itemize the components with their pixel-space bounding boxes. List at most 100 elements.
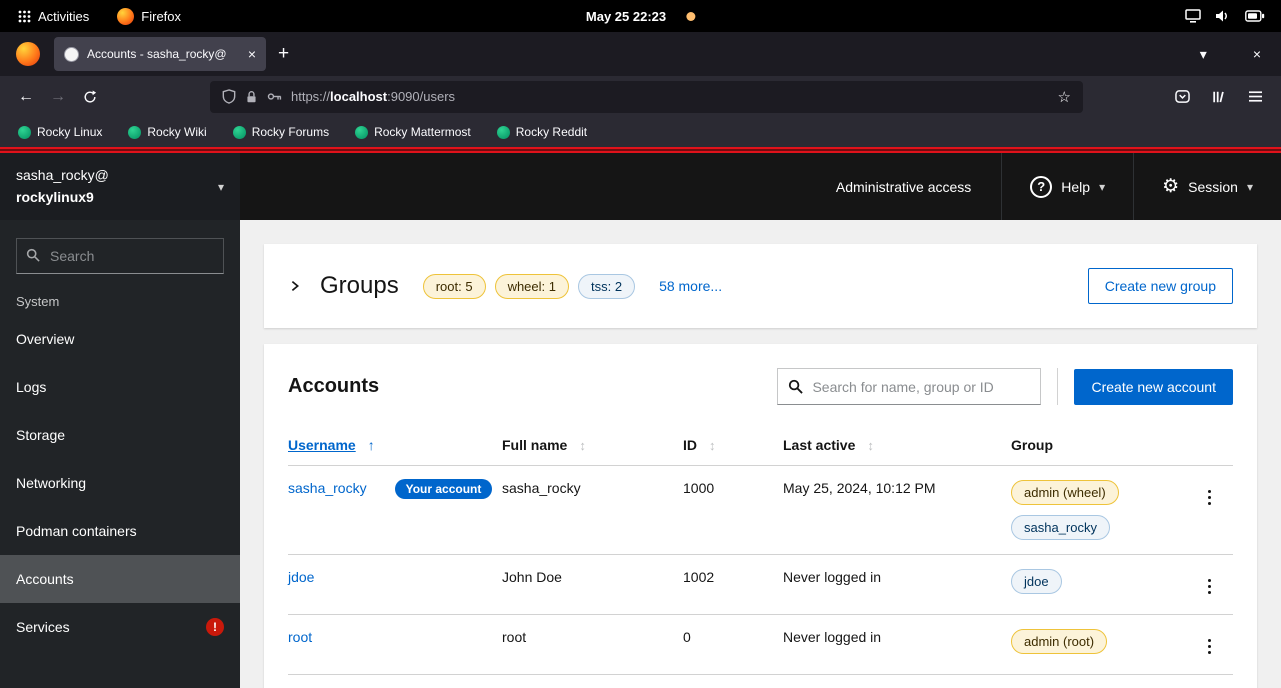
username-link[interactable]: root: [288, 629, 312, 645]
tracking-shield-icon[interactable]: [222, 89, 236, 104]
sidebar-item-accounts[interactable]: Accounts: [0, 555, 240, 603]
host-user-block: sasha_rocky@ rockylinux9: [16, 165, 109, 208]
create-new-account-button[interactable]: Create new account: [1074, 369, 1233, 405]
session-label: Session: [1188, 179, 1238, 195]
list-tabs-icon[interactable]: ▾: [1200, 46, 1207, 63]
group-badge[interactable]: admin (wheel): [1011, 480, 1119, 505]
sidebar-item-networking[interactable]: Networking: [0, 459, 240, 507]
sidebar-item-logs[interactable]: Logs: [0, 363, 240, 411]
reload-button[interactable]: [74, 81, 106, 113]
table-row: jdoe John Doe 1002 Never logged in jdoe: [288, 555, 1233, 615]
group-badge[interactable]: sasha_rocky: [1011, 515, 1110, 540]
focused-app-label: Firefox: [141, 9, 181, 24]
url-bar[interactable]: https://localhost:9090/users ☆: [210, 81, 1083, 113]
firefox-logo-icon[interactable]: [16, 42, 40, 66]
accounts-card: Accounts Create new account: [264, 344, 1257, 688]
search-icon: [788, 379, 803, 399]
create-new-group-button[interactable]: Create new group: [1088, 268, 1233, 304]
activities-button[interactable]: Activities: [14, 0, 93, 32]
tab-favicon: [64, 47, 79, 62]
sidebar-item-podman-containers[interactable]: Podman containers: [0, 507, 240, 555]
column-label[interactable]: ID: [683, 437, 697, 453]
main-content: Groups root: 5 wheel: 1 tss: 2 58 more..…: [240, 220, 1281, 688]
forward-button[interactable]: →: [42, 81, 74, 113]
tab-title: Accounts - sasha_rocky@: [87, 47, 240, 61]
table-header-row: Username ↑ Full name ↕ ID ↕ Last active ↕: [288, 427, 1233, 466]
app-body: System Overview Logs Storage Networking …: [0, 220, 1281, 688]
groups-title: Groups: [320, 272, 399, 300]
new-tab-button[interactable]: +: [278, 43, 289, 65]
column-header-full-name: Full name ↕: [502, 427, 683, 466]
cell-groups: jdoe: [1011, 555, 1185, 615]
sidebar-item-label: Storage: [16, 427, 65, 443]
help-menu[interactable]: ? Help ▾: [1001, 153, 1133, 220]
host-switcher[interactable]: sasha_rocky@ rockylinux9 ▾: [0, 153, 240, 220]
administrative-access-label: Administrative access: [836, 179, 971, 195]
cell-groups: admin (root): [1011, 615, 1185, 675]
cell-groups: admin (wheel) sasha_rocky: [1011, 466, 1185, 555]
cell-id: 1001: [683, 675, 783, 688]
column-label[interactable]: Last active: [783, 437, 855, 453]
username-link[interactable]: sasha_rocky: [288, 480, 367, 496]
tab-close-icon[interactable]: ×: [248, 47, 256, 61]
sort-ascending-icon[interactable]: ↑: [368, 437, 375, 453]
focused-app-menu[interactable]: Firefox: [113, 0, 185, 32]
group-badge[interactable]: jdoe: [1011, 569, 1062, 594]
cell-id: 1000: [683, 466, 783, 555]
window-close-icon[interactable]: ×: [1253, 46, 1261, 62]
sidebar-item-overview[interactable]: Overview: [0, 315, 240, 363]
activities-label: Activities: [38, 9, 89, 24]
sidebar-item-services[interactable]: Services !: [0, 603, 240, 651]
username-link[interactable]: jdoe: [288, 569, 314, 585]
administrative-access-button[interactable]: Administrative access: [806, 153, 1001, 220]
column-label[interactable]: Full name: [502, 437, 567, 453]
bookmark-rocky-linux[interactable]: Rocky Linux: [18, 125, 102, 139]
row-kebab-menu-icon[interactable]: [1200, 484, 1219, 511]
help-caret-icon: ▾: [1099, 180, 1105, 194]
connection-lock-icon[interactable]: [245, 90, 258, 104]
sidebar-item-label: Logs: [16, 379, 46, 395]
pocket-icon[interactable]: [1175, 90, 1190, 104]
bookmark-rocky-forums[interactable]: Rocky Forums: [233, 125, 329, 139]
bookmark-label: Rocky Wiki: [147, 125, 206, 139]
cell-username: root: [288, 615, 502, 675]
accounts-toolbar: Create new account: [777, 368, 1233, 405]
session-menu[interactable]: ⚙ Session ▾: [1133, 153, 1281, 220]
browser-tab[interactable]: Accounts - sasha_rocky@ ×: [54, 37, 266, 71]
clock-menu[interactable]: May 25 22:23: [586, 9, 695, 24]
url-host: localhost: [330, 89, 387, 104]
bookmarks-toolbar: Rocky Linux Rocky Wiki Rocky Forums Rock…: [0, 117, 1281, 147]
bookmark-star-icon[interactable]: ☆: [1058, 88, 1071, 106]
menu-hamburger-icon[interactable]: [1248, 90, 1263, 103]
sidebar-search-input[interactable]: [16, 238, 224, 274]
column-label[interactable]: Username: [288, 437, 356, 453]
sidebar-item-label: Overview: [16, 331, 74, 347]
sidebar-item-storage[interactable]: Storage: [0, 411, 240, 459]
group-badge-tss[interactable]: tss: 2: [578, 274, 635, 299]
saved-password-key-icon[interactable]: [267, 90, 282, 103]
sort-icon[interactable]: ↕: [709, 438, 716, 453]
accounts-search: [777, 368, 1041, 405]
cell-actions: [1185, 615, 1233, 675]
group-badge-root[interactable]: root: 5: [423, 274, 486, 299]
row-kebab-menu-icon[interactable]: [1200, 573, 1219, 600]
url-text[interactable]: https://localhost:9090/users: [291, 89, 455, 104]
back-button[interactable]: ←: [10, 81, 42, 113]
row-kebab-menu-icon[interactable]: [1200, 633, 1219, 660]
gear-icon: ⚙: [1162, 177, 1179, 196]
bookmark-rocky-mattermost[interactable]: Rocky Mattermost: [355, 125, 471, 139]
groups-expand-chevron-icon[interactable]: [288, 279, 302, 293]
sidebar-item-label: Accounts: [16, 571, 74, 587]
sidebar-item-label: Podman containers: [16, 523, 137, 539]
system-status-area[interactable]: [1185, 9, 1281, 23]
bookmark-rocky-wiki[interactable]: Rocky Wiki: [128, 125, 206, 139]
group-badge[interactable]: admin (root): [1011, 629, 1107, 654]
screen: Activities Firefox May 25 22:23: [0, 0, 1281, 688]
library-icon[interactable]: [1212, 90, 1226, 104]
group-badge-wheel[interactable]: wheel: 1: [495, 274, 569, 299]
sort-icon[interactable]: ↕: [867, 438, 874, 453]
bookmark-rocky-reddit[interactable]: Rocky Reddit: [497, 125, 587, 139]
accounts-search-input[interactable]: [777, 368, 1041, 405]
sort-icon[interactable]: ↕: [579, 438, 586, 453]
groups-more-link[interactable]: 58 more...: [659, 278, 722, 294]
